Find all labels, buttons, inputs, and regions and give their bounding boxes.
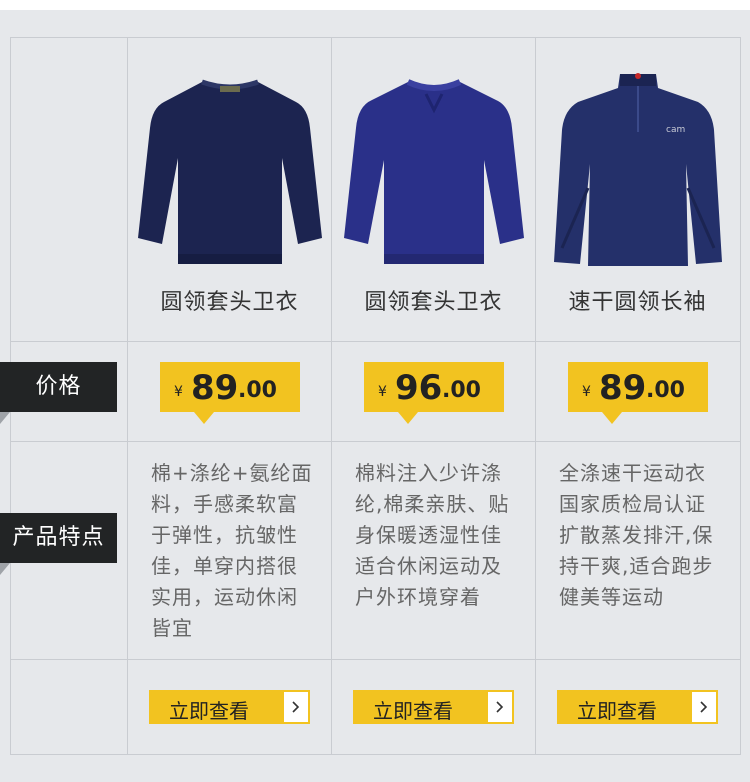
price-integer: 89	[191, 368, 239, 408]
row-divider	[10, 441, 741, 442]
chevron-right-icon	[488, 692, 512, 722]
view-now-button[interactable]: 立即查看	[557, 690, 718, 724]
product-features: 棉料注入少许涤 纶,棉柔亲肤、贴 身保暖透湿性佳 适合休闲运动及 户外环境穿着	[355, 458, 520, 613]
product-name: 速干圆领长袖	[568, 290, 707, 315]
price-integer: 96	[395, 368, 443, 408]
feature-line: 皆宜	[151, 616, 193, 640]
chevron-right-icon	[692, 692, 716, 722]
feature-line: 身保暖透湿性佳	[355, 523, 502, 547]
price-tag: ¥ 96 .00	[364, 362, 504, 424]
product-name: 圆领套头卫衣	[364, 290, 503, 315]
price-row-label: 价格	[0, 362, 117, 412]
svg-text:cam: cam	[666, 125, 685, 135]
product-image[interactable]	[128, 68, 331, 274]
product-image[interactable]	[332, 68, 535, 274]
feature-line: 实用，运动休闲	[151, 585, 298, 609]
price-decimal: .00	[442, 378, 481, 403]
sweatshirt-icon	[137, 79, 322, 264]
feature-line: 适合休闲运动及	[355, 554, 502, 578]
label-fold	[0, 412, 10, 424]
sweatshirt-icon	[343, 79, 524, 264]
product-name: 圆领套头卫衣	[160, 290, 299, 315]
row-divider	[10, 341, 741, 342]
feature-line: 料，手感柔软富	[151, 492, 298, 516]
product-features: 全涤速干运动衣 国家质检局认证 扩散蒸发排汗,保 持干爽,适合跑步 健美等运动	[559, 458, 724, 613]
currency-symbol: ¥	[378, 384, 387, 400]
feature-line: 全涤速干运动衣	[559, 461, 706, 485]
feature-line: 户外环境穿着	[355, 585, 481, 609]
row-divider	[10, 659, 741, 660]
button-label: 立即查看	[373, 699, 453, 723]
feature-line: 持干爽,适合跑步	[559, 554, 714, 578]
label-fold	[0, 563, 10, 575]
product-features: 棉+涤纶+氨纶面 料，手感柔软富 于弹性，抗皱性 佳，单穿内搭很 实用，运动休闲…	[151, 458, 316, 644]
feature-line: 佳，单穿内搭很	[151, 554, 298, 578]
top-strip	[0, 0, 750, 10]
button-label: 立即查看	[169, 699, 249, 723]
price-decimal: .00	[646, 378, 685, 403]
price-decimal: .00	[238, 378, 277, 403]
currency-symbol: ¥	[174, 384, 183, 400]
zip-shirt-icon: cam	[553, 73, 722, 266]
product-image[interactable]: cam	[536, 68, 739, 274]
feature-line: 棉+涤纶+氨纶面	[151, 461, 313, 485]
feature-line: 纶,棉柔亲肤、贴	[355, 492, 510, 516]
button-label: 立即查看	[577, 699, 657, 723]
view-now-button[interactable]: 立即查看	[353, 690, 514, 724]
price-tag: ¥ 89 .00	[568, 362, 708, 424]
price-tag: ¥ 89 .00	[160, 362, 300, 424]
features-row-label: 产品特点	[0, 513, 117, 563]
feature-line: 扩散蒸发排汗,保	[559, 523, 714, 547]
feature-line: 健美等运动	[559, 585, 664, 609]
feature-line: 于弹性，抗皱性	[151, 523, 298, 547]
chevron-right-icon	[284, 692, 308, 722]
feature-line: 棉料注入少许涤	[355, 461, 502, 485]
price-integer: 89	[599, 368, 647, 408]
feature-line: 国家质检局认证	[559, 492, 706, 516]
currency-symbol: ¥	[582, 384, 591, 400]
view-now-button[interactable]: 立即查看	[149, 690, 310, 724]
